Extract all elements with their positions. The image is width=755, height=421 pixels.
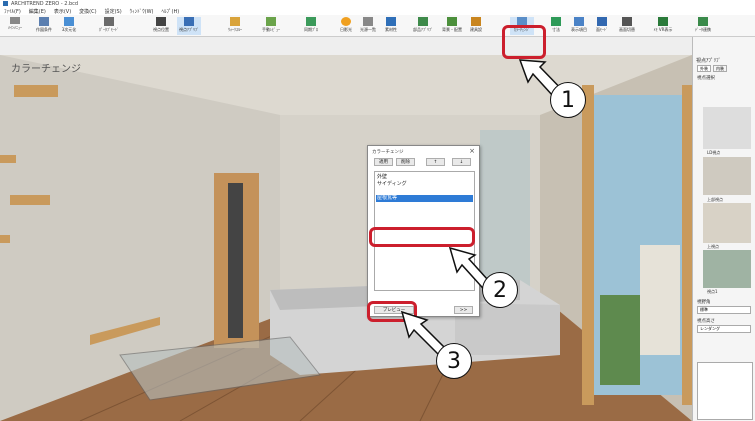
callout-3: 3 — [436, 343, 472, 379]
callout-arrows — [400, 59, 574, 360]
callout-1: 1 — [550, 82, 586, 118]
callout-2: 2 — [482, 272, 518, 308]
